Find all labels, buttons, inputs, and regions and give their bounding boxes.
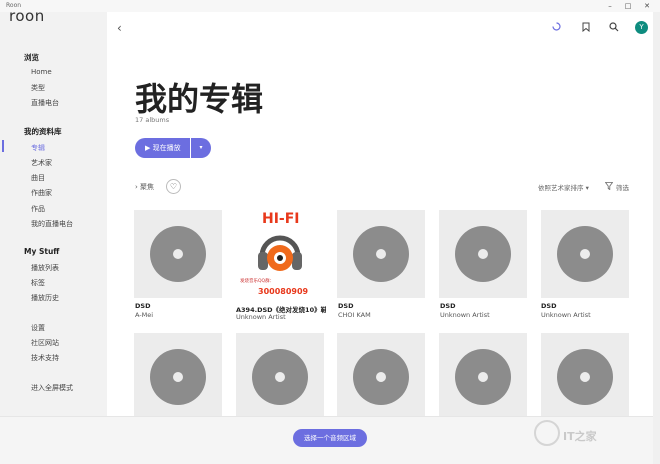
filter-icon[interactable] — [605, 182, 613, 190]
album-cover[interactable] — [439, 333, 527, 421]
bookmark-icon[interactable] — [582, 22, 590, 32]
filter-button[interactable]: 筛选 — [616, 182, 629, 192]
sidebar-item-my-radio[interactable]: 我的直播电台 — [31, 219, 73, 229]
sidebar-item-compositions[interactable]: 作品 — [31, 204, 45, 214]
album-cover[interactable] — [337, 333, 425, 421]
album-cover[interactable] — [541, 210, 629, 298]
headphones-icon — [258, 235, 302, 271]
album-artist[interactable]: Unknown Artist — [440, 311, 530, 319]
album-artist[interactable]: CHOI KAM — [338, 311, 428, 319]
back-button[interactable]: ‹ — [117, 21, 122, 35]
album-artist[interactable]: Unknown Artist — [236, 313, 326, 321]
loading-spinner-icon — [552, 22, 561, 31]
maximize-button[interactable]: □ — [620, 0, 636, 12]
sidebar-item-albums[interactable]: 专辑 — [31, 143, 45, 153]
album-cover[interactable] — [134, 210, 222, 298]
sidebar-item-tracks[interactable]: 曲目 — [31, 173, 45, 183]
album-artist[interactable]: A-Mei — [135, 311, 225, 319]
scrollbar[interactable] — [653, 12, 660, 464]
album-cover[interactable]: HI-FI 发烧音乐QQ群： 300080909 — [236, 210, 324, 298]
sidebar-item-community[interactable]: 社区网站 — [31, 338, 59, 348]
search-icon[interactable] — [609, 22, 619, 32]
cover-brand: HI-FI — [262, 211, 300, 227]
cover-caption: 发烧音乐QQ群： — [240, 279, 275, 284]
album-title[interactable]: DSD — [135, 302, 225, 310]
minimize-button[interactable]: – — [602, 0, 618, 12]
window-title: Roon — [6, 2, 22, 9]
sidebar-item-history[interactable]: 播放历史 — [31, 293, 59, 303]
sidebar-item-fullscreen[interactable]: 进入全屏模式 — [31, 383, 73, 393]
user-avatar[interactable]: Y — [635, 21, 648, 34]
cover-number: 300080909 — [258, 287, 309, 296]
active-indicator — [2, 140, 4, 152]
sidebar-item-home[interactable]: Home — [31, 68, 52, 76]
play-options-dropdown[interactable]: ▾ — [191, 138, 211, 158]
sidebar-item-radio[interactable]: 直播电台 — [31, 98, 59, 108]
album-title[interactable]: DSD — [541, 302, 631, 310]
album-title[interactable]: DSD — [440, 302, 530, 310]
roon-window: Roon – □ ✕ roon 浏览 Home 类型 直播电台 我的资料库 专辑… — [0, 0, 660, 464]
album-artist[interactable]: Unknown Artist — [541, 311, 631, 319]
sidebar-item-settings[interactable]: 设置 — [31, 323, 45, 333]
album-cover[interactable] — [439, 210, 527, 298]
select-zone-button[interactable]: 选择一个音频区域 — [293, 429, 367, 447]
title-bar: Roon – □ ✕ — [0, 0, 660, 12]
heart-icon[interactable]: ♡ — [166, 179, 181, 194]
focus-button[interactable]: › 聚焦 — [135, 182, 154, 192]
roon-logo: roon — [9, 12, 45, 24]
sidebar-item-support[interactable]: 技术支持 — [31, 353, 59, 363]
sidebar: roon — [0, 12, 107, 464]
watermark-logo-icon — [534, 420, 560, 446]
section-my-stuff: My Stuff — [24, 247, 60, 256]
album-title[interactable]: DSD — [338, 302, 428, 310]
sidebar-item-playlists[interactable]: 播放列表 — [31, 263, 59, 273]
sidebar-item-genres[interactable]: 类型 — [31, 83, 45, 93]
watermark-text: IT之家 — [563, 430, 597, 443]
sidebar-item-artists[interactable]: 艺术家 — [31, 158, 52, 168]
album-cover[interactable] — [236, 333, 324, 421]
close-button[interactable]: ✕ — [639, 0, 655, 12]
album-cover[interactable] — [134, 333, 222, 421]
sort-dropdown[interactable]: 依照艺术家排序 ▾ — [538, 182, 589, 192]
section-browse: 浏览 — [24, 53, 39, 62]
album-count: 17 albums — [135, 116, 170, 124]
page-title: 我的专辑 — [135, 80, 264, 118]
sidebar-item-composers[interactable]: 作曲家 — [31, 188, 52, 198]
play-now-button[interactable]: ▶ 现在播放 — [135, 138, 190, 158]
section-library: 我的资料库 — [24, 127, 62, 136]
sidebar-item-tags[interactable]: 标签 — [31, 278, 45, 288]
album-cover[interactable] — [541, 333, 629, 421]
album-cover[interactable] — [337, 210, 425, 298]
